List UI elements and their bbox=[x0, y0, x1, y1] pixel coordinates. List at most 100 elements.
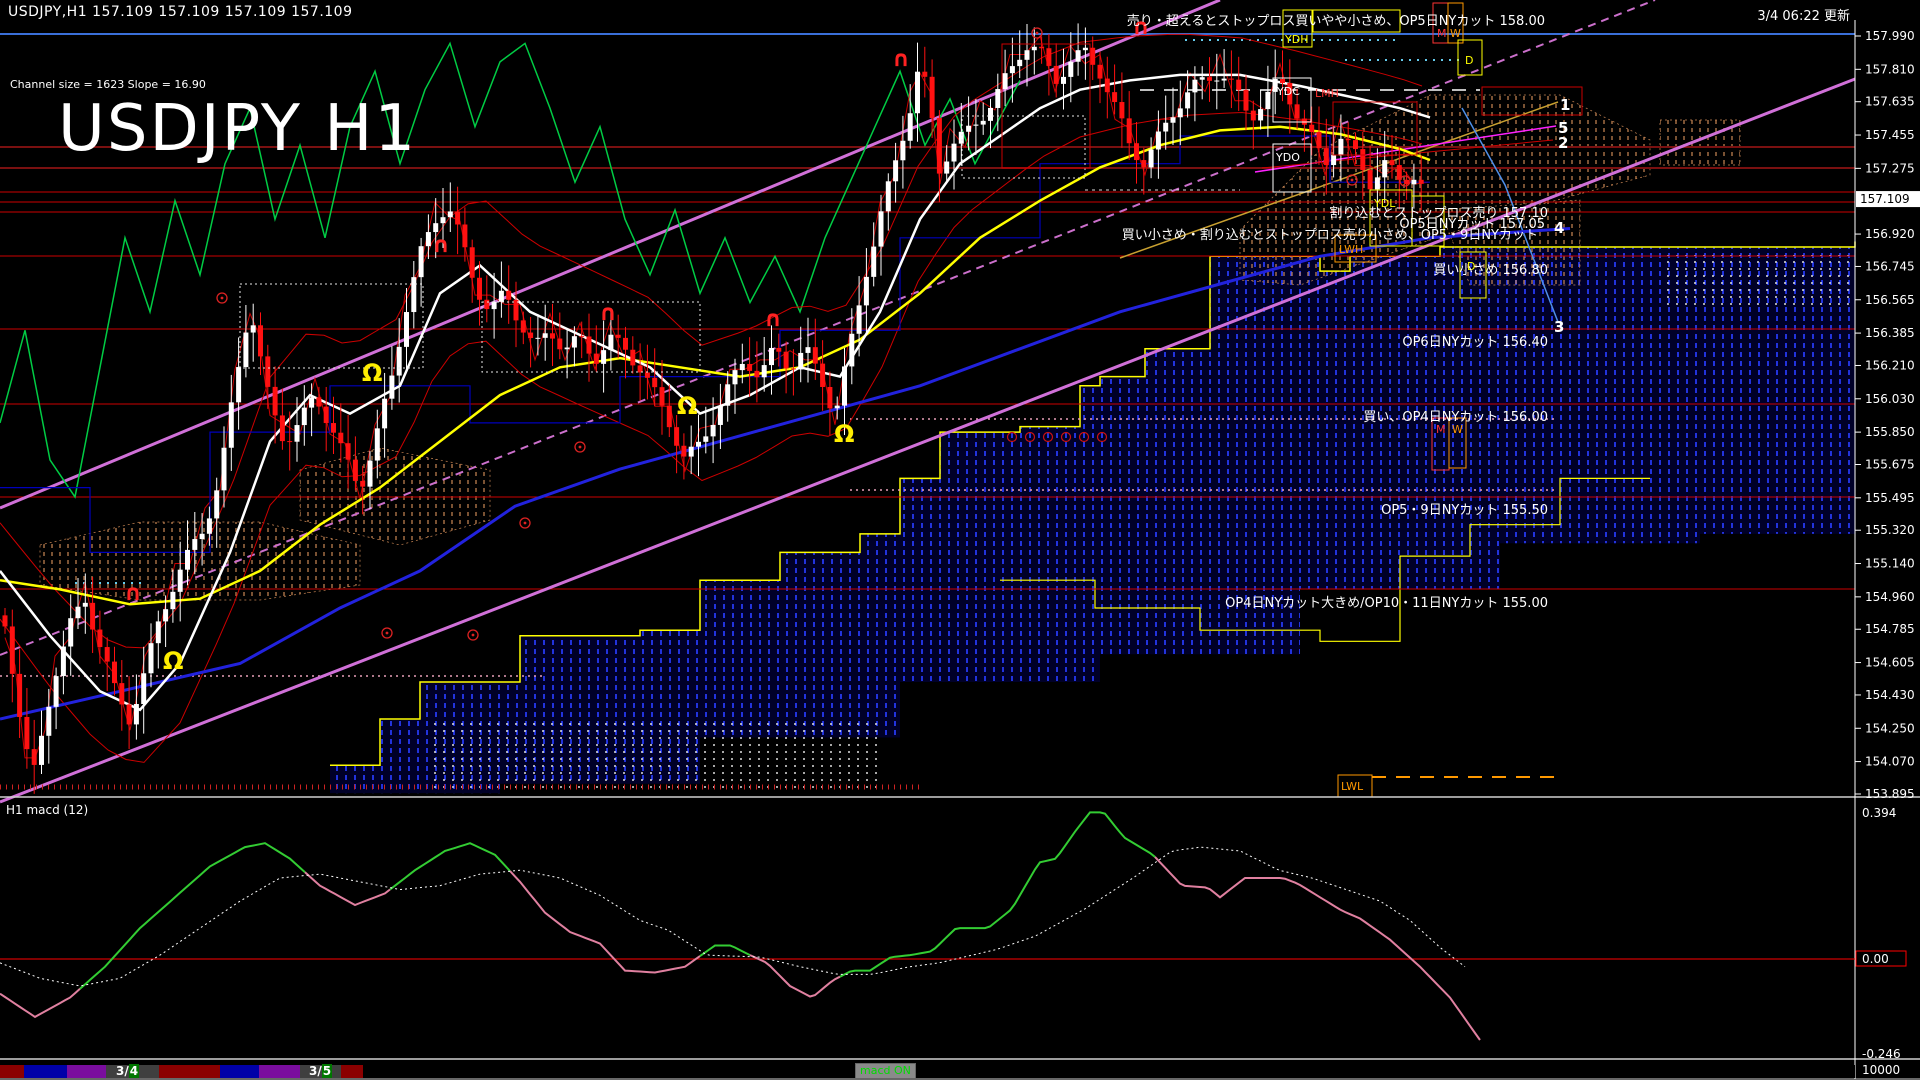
candle-body bbox=[61, 647, 66, 677]
macd-main-line bbox=[1155, 857, 1480, 1040]
candle-body bbox=[324, 407, 329, 423]
candle-body bbox=[178, 570, 183, 592]
candle-body bbox=[346, 443, 351, 459]
candle-body bbox=[265, 356, 270, 387]
tag-label: LMH bbox=[1315, 87, 1339, 100]
tag-label: LWL bbox=[1341, 780, 1364, 793]
candle-body bbox=[1163, 123, 1168, 132]
candle-body bbox=[368, 461, 373, 487]
macd-main-line bbox=[700, 946, 750, 957]
candle-body bbox=[711, 425, 716, 436]
candle-body bbox=[776, 348, 781, 352]
macd-main-line bbox=[0, 989, 80, 1017]
candle-body bbox=[879, 211, 884, 246]
price-axis-label: 153.895 bbox=[1865, 787, 1915, 801]
candle-body bbox=[813, 347, 818, 363]
candle-body bbox=[1017, 60, 1022, 66]
session-segment bbox=[341, 1065, 363, 1078]
candle-body bbox=[1236, 80, 1241, 90]
candle-body bbox=[229, 402, 234, 447]
macd-main-line bbox=[305, 872, 390, 905]
candle-body bbox=[674, 427, 679, 446]
candle-body bbox=[762, 365, 767, 377]
candle-body bbox=[1185, 92, 1190, 108]
price-axis-label: 156.745 bbox=[1865, 259, 1915, 273]
candle-body bbox=[638, 365, 643, 372]
price-axis-label: 154.960 bbox=[1865, 590, 1915, 604]
dotted-cloud bbox=[430, 718, 880, 790]
candle-body bbox=[397, 347, 402, 376]
candle-body bbox=[1280, 79, 1285, 83]
candle-body bbox=[97, 630, 102, 648]
candle-body bbox=[448, 211, 453, 217]
candle-body bbox=[572, 336, 577, 347]
candle-body bbox=[886, 181, 891, 211]
tag-label: D bbox=[1465, 54, 1473, 67]
candle-body bbox=[1054, 66, 1059, 84]
candle-body bbox=[1229, 79, 1234, 80]
candle-body bbox=[112, 662, 117, 684]
candle-body bbox=[616, 335, 621, 338]
candle-body bbox=[521, 320, 526, 332]
candle-body bbox=[1141, 160, 1146, 167]
candle-body bbox=[46, 707, 51, 736]
candle-body bbox=[1032, 47, 1037, 50]
pattern-marker-red: ∩ bbox=[892, 47, 910, 72]
candle-body bbox=[835, 406, 840, 409]
last-update-time: 3/4 06:22 更新 bbox=[1757, 5, 1850, 24]
pattern-marker-red: ∩ bbox=[124, 581, 142, 606]
price-axis-label: 156.210 bbox=[1865, 358, 1915, 372]
candle-body bbox=[587, 336, 592, 353]
candle-body bbox=[1171, 117, 1176, 122]
wave-number-label: 4 bbox=[1554, 219, 1564, 237]
candle-body bbox=[404, 312, 409, 347]
macd-main-line bbox=[80, 843, 305, 989]
candle-body bbox=[1222, 79, 1227, 81]
candle-body bbox=[594, 354, 599, 364]
macd-toggle-button[interactable]: macd ON bbox=[855, 1063, 916, 1079]
candle-body bbox=[360, 481, 365, 487]
candle-body bbox=[725, 384, 730, 405]
candle-body bbox=[3, 615, 8, 626]
candle-body bbox=[922, 72, 927, 77]
candle-body bbox=[908, 113, 913, 141]
candle-body bbox=[280, 415, 285, 441]
candle-body bbox=[127, 704, 132, 724]
candle-body bbox=[893, 160, 898, 181]
candle-body bbox=[83, 603, 88, 607]
circle-marker-dot bbox=[1404, 180, 1407, 183]
candle-body bbox=[236, 367, 241, 402]
candle-body bbox=[76, 607, 81, 619]
candle-body bbox=[601, 350, 606, 364]
candle-body bbox=[441, 217, 446, 223]
candle-body bbox=[207, 518, 212, 533]
pattern-marker-yellow: Ω bbox=[163, 647, 183, 675]
tag-label: YDC bbox=[1276, 85, 1300, 98]
candle-body bbox=[514, 300, 519, 321]
price-axis-label: 156.565 bbox=[1865, 293, 1915, 307]
price-axis-label: 155.320 bbox=[1865, 523, 1915, 537]
candle-body bbox=[900, 141, 905, 161]
candle-body bbox=[492, 302, 497, 309]
price-axis-label: 154.785 bbox=[1865, 622, 1915, 636]
candle-body bbox=[944, 162, 949, 174]
candle-body bbox=[1317, 132, 1322, 148]
dotted-cloud bbox=[1660, 255, 1850, 305]
candle-body bbox=[331, 423, 336, 433]
candle-body bbox=[484, 300, 489, 309]
candle-body bbox=[696, 442, 701, 447]
price-axis-label: 157.635 bbox=[1865, 95, 1915, 109]
candle-body bbox=[915, 72, 920, 114]
tag-label: YDO bbox=[1275, 151, 1300, 164]
candle-body bbox=[930, 77, 935, 118]
candle-body bbox=[258, 325, 263, 356]
channel-info-text: Channel size = 1623 Slope = 16.90 bbox=[10, 78, 206, 91]
candle-body bbox=[820, 364, 825, 387]
candle-body bbox=[119, 683, 124, 704]
wave-number-label: 3 bbox=[1554, 318, 1564, 336]
candle-body bbox=[784, 352, 789, 369]
candle-body bbox=[251, 325, 256, 332]
candle-body bbox=[1010, 66, 1015, 73]
ichimoku-kumo-hatch bbox=[40, 522, 360, 600]
candle-body bbox=[1353, 140, 1358, 149]
